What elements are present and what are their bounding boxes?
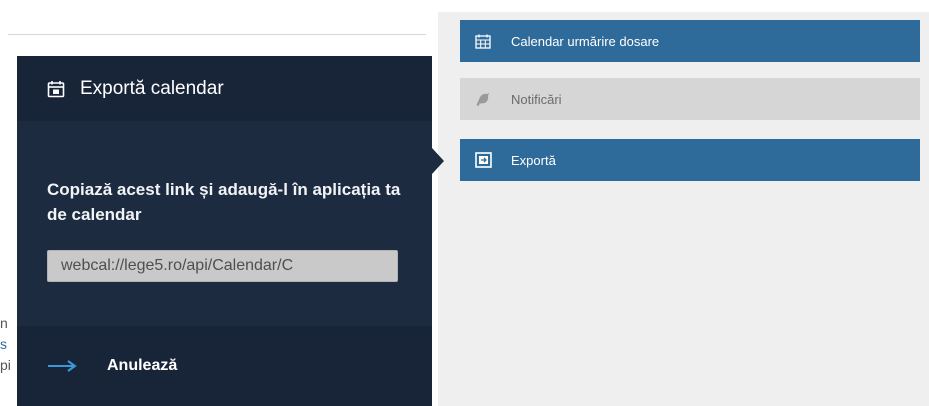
menu-item-label: Exportă [511,152,556,168]
export-calendar-popover: Exportă calendar Copiază acest link și a… [17,56,432,406]
popover-body: Copiază acest link și adaugă-l în aplica… [17,121,432,282]
menu-item-export[interactable]: Exportă [460,139,920,181]
cancel-label: Anulează [107,357,178,374]
arrow-right-icon [47,360,81,372]
edge-text-line-3: pi [0,357,11,373]
side-menu-panel: Calendar urmărire dosare Notificări Expo… [438,12,929,406]
cancel-button[interactable]: Anulează [17,326,432,406]
export-icon [474,151,492,169]
menu-item-notifications[interactable]: Notificări [460,78,920,120]
popover-header: Exportă calendar [17,56,432,121]
export-instructions: Copiază acest link și adaugă-l în aplica… [47,180,401,224]
bell-icon [474,90,492,108]
menu-item-label: Notificări [511,91,562,107]
edge-text-line-2: s [0,336,7,352]
calendar-icon [47,79,67,99]
page-divider [8,34,426,35]
menu-item-label: Calendar urmărire dosare [511,33,660,49]
calendar-link-field[interactable] [47,250,398,282]
calendar-grid-icon [474,32,492,50]
edge-text-line-1: n [0,315,8,331]
popover-pointer [432,148,444,174]
popover-title: Exportă calendar [80,77,224,99]
menu-item-calendar-tracking[interactable]: Calendar urmărire dosare [460,20,920,62]
